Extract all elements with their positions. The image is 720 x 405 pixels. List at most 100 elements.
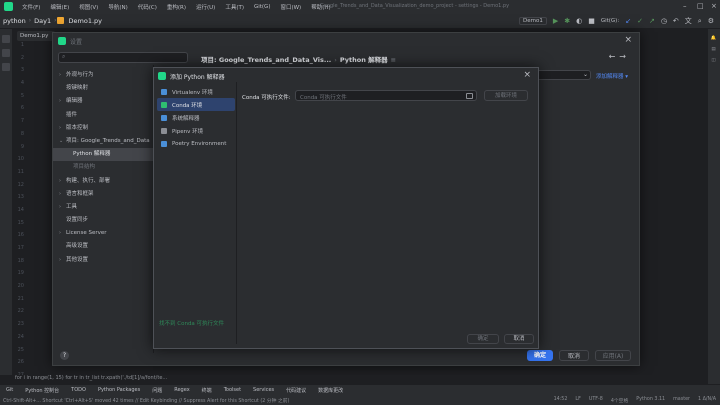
status-widget[interactable]: UTF-8	[589, 397, 603, 404]
chevron-right-icon[interactable]: ›	[59, 227, 66, 240]
chevron-right-icon[interactable]: ›	[59, 201, 66, 214]
apply-button[interactable]: 应用(A)	[595, 350, 631, 361]
settings-tree-item[interactable]: › 版本控制	[53, 122, 153, 135]
structure-tool-icon[interactable]	[2, 63, 10, 71]
menu-item[interactable]: Git(G)	[249, 4, 276, 10]
tool-window-button[interactable]: 代码建议	[280, 387, 312, 394]
settings-tree-item[interactable]: › 外观与行为	[53, 69, 153, 82]
status-widget[interactable]: 4个空格	[611, 397, 628, 404]
rollback-icon[interactable]: ↶	[673, 17, 679, 25]
breadcrumb-folder[interactable]: Day1	[31, 17, 54, 25]
chevron-right-icon[interactable]: ›	[59, 122, 66, 135]
tool-window-button[interactable]: Services	[247, 387, 280, 393]
minimize-icon[interactable]: –	[683, 2, 687, 10]
tool-window-button[interactable]: Regex	[168, 387, 195, 393]
menu-item[interactable]: 视图(V)	[74, 3, 103, 11]
breadcrumb-project[interactable]: python	[0, 17, 29, 25]
interpreter-select[interactable]: ⌄	[531, 70, 591, 80]
tool-window-button[interactable]: TODO	[65, 387, 92, 393]
commit-tool-icon[interactable]	[2, 49, 10, 57]
close-window-icon[interactable]: ×	[711, 2, 717, 10]
back-forward-icons[interactable]: ←→	[609, 52, 630, 61]
interpreter-type-item[interactable]: Poetry Environment	[157, 138, 235, 151]
conda-not-found-link[interactable]: 找不到 Conda 可执行文件	[159, 319, 224, 327]
status-widget[interactable]: 14:52	[554, 397, 568, 404]
menu-item[interactable]: 文件(F)	[17, 3, 45, 11]
chevron-right-icon[interactable]: ›	[59, 188, 66, 201]
coverage-icon[interactable]: ◐	[576, 17, 582, 25]
settings-search-input[interactable]: ⌕	[58, 52, 188, 63]
git-push-icon[interactable]: ↗	[649, 17, 655, 25]
status-widget[interactable]: master	[673, 397, 690, 404]
interpreter-type-item[interactable]: Conda 环境	[157, 98, 235, 112]
settings-tree-item[interactable]: › License Server	[53, 227, 153, 240]
ok-button[interactable]: 确定	[527, 350, 553, 361]
settings-tree-item[interactable]: 项目结构	[53, 161, 153, 174]
tool-window-button[interactable]: Python 控制台	[19, 387, 65, 394]
settings-tree-item[interactable]: Python 解释器	[53, 148, 153, 162]
tool-window-button[interactable]: 问题	[146, 387, 168, 394]
settings-tree-item[interactable]: › 构建、执行、部署	[53, 175, 153, 188]
git-commit-icon[interactable]: ✓	[637, 17, 643, 25]
maximize-icon[interactable]: □	[697, 2, 704, 10]
debug-icon[interactable]: ✱	[564, 17, 570, 25]
git-update-icon[interactable]: ↙	[625, 17, 631, 25]
code-breadcrumb[interactable]: for i in range(1, 15) for tr in tr_list …	[0, 375, 708, 384]
settings-tree-item[interactable]: 高级设置	[53, 240, 153, 253]
search-everywhere-icon[interactable]: ⌕	[698, 17, 702, 26]
settings-tree-item[interactable]: 按键映射	[53, 82, 153, 95]
run-config-selector[interactable]: Demo1	[518, 17, 547, 25]
notifications-icon[interactable]: 🔔	[711, 35, 716, 41]
chevron-down-icon[interactable]: ⌄	[59, 135, 66, 148]
help-icon[interactable]: ?	[60, 351, 69, 360]
menu-item[interactable]: 工具(T)	[220, 3, 249, 11]
status-widget[interactable]: LF	[575, 397, 580, 404]
settings-tree-item[interactable]: › 工具	[53, 201, 153, 214]
interpreter-type-item[interactable]: Pipenv 环境	[157, 125, 235, 138]
settings-tree-item[interactable]: 插件	[53, 109, 153, 122]
settings-tree-item[interactable]: › 其他设置	[53, 254, 153, 267]
tool-window-button[interactable]: Git	[0, 387, 19, 393]
cancel-button[interactable]: 取消	[559, 350, 589, 361]
project-tool-icon[interactable]	[2, 35, 10, 43]
settings-gear-icon[interactable]: ⚙	[708, 17, 714, 25]
menu-item[interactable]: 编辑(E)	[45, 3, 74, 11]
status-message[interactable]: Ctrl-Shift-Alt+... Shortcut 'Ctrl+Alt+S'…	[3, 397, 289, 404]
tool-window-button[interactable]: 数据库更改	[312, 387, 349, 394]
menu-item[interactable]: 代码(C)	[133, 3, 162, 11]
sciview-tool-icon[interactable]: ◫	[711, 58, 716, 63]
menu-item[interactable]: 运行(U)	[191, 3, 220, 11]
chevron-right-icon[interactable]: ›	[59, 254, 66, 267]
status-widget[interactable]: Python 3.11	[636, 397, 665, 404]
close-icon[interactable]: ×	[624, 35, 632, 45]
status-widget[interactable]: 1 Δ/N/A	[698, 397, 716, 404]
load-environments-button[interactable]: 加载环境	[484, 90, 528, 101]
database-tool-icon[interactable]: ▤	[711, 47, 716, 52]
chevron-right-icon[interactable]: ›	[59, 69, 66, 82]
menu-item[interactable]: 窗口(W)	[275, 3, 306, 11]
settings-tree-item[interactable]: › 语言和框架	[53, 188, 153, 201]
settings-tree-item[interactable]: › 编辑器	[53, 95, 153, 108]
add-interpreter-link[interactable]: 添加解释器 ▾	[596, 72, 628, 80]
pycharm-logo-icon[interactable]	[4, 2, 13, 11]
interpreter-type-item[interactable]: 系统解释器	[157, 111, 235, 124]
menu-item[interactable]: 导航(N)	[103, 3, 132, 11]
cancel-button[interactable]: 取消	[504, 334, 534, 344]
chevron-right-icon[interactable]: ›	[59, 175, 66, 188]
settings-tree-item[interactable]: 设置同步	[53, 214, 153, 227]
history-icon[interactable]: ◷	[661, 17, 667, 25]
run-icon[interactable]: ▶	[553, 17, 558, 25]
folder-icon[interactable]	[466, 92, 473, 99]
tool-window-button[interactable]: Toolset	[218, 387, 247, 393]
chevron-right-icon[interactable]: ›	[59, 95, 66, 108]
conda-executable-input[interactable]: Conda 可执行文件	[295, 90, 477, 101]
tool-window-button[interactable]: Python Packages	[92, 387, 146, 393]
tool-window-button[interactable]: 终端	[196, 387, 218, 394]
editor-tab[interactable]: Demo1.py	[17, 31, 55, 41]
close-icon[interactable]: ×	[523, 70, 531, 80]
menu-item[interactable]: 重构(R)	[162, 3, 191, 11]
interpreter-type-item[interactable]: Virtualenv 环境	[157, 85, 235, 98]
stop-icon[interactable]: ■	[588, 17, 595, 25]
settings-tree-item[interactable]: ⌄ 项目: Google_Trends_and_Data	[53, 135, 153, 148]
translate-icon[interactable]: 文	[685, 16, 692, 26]
